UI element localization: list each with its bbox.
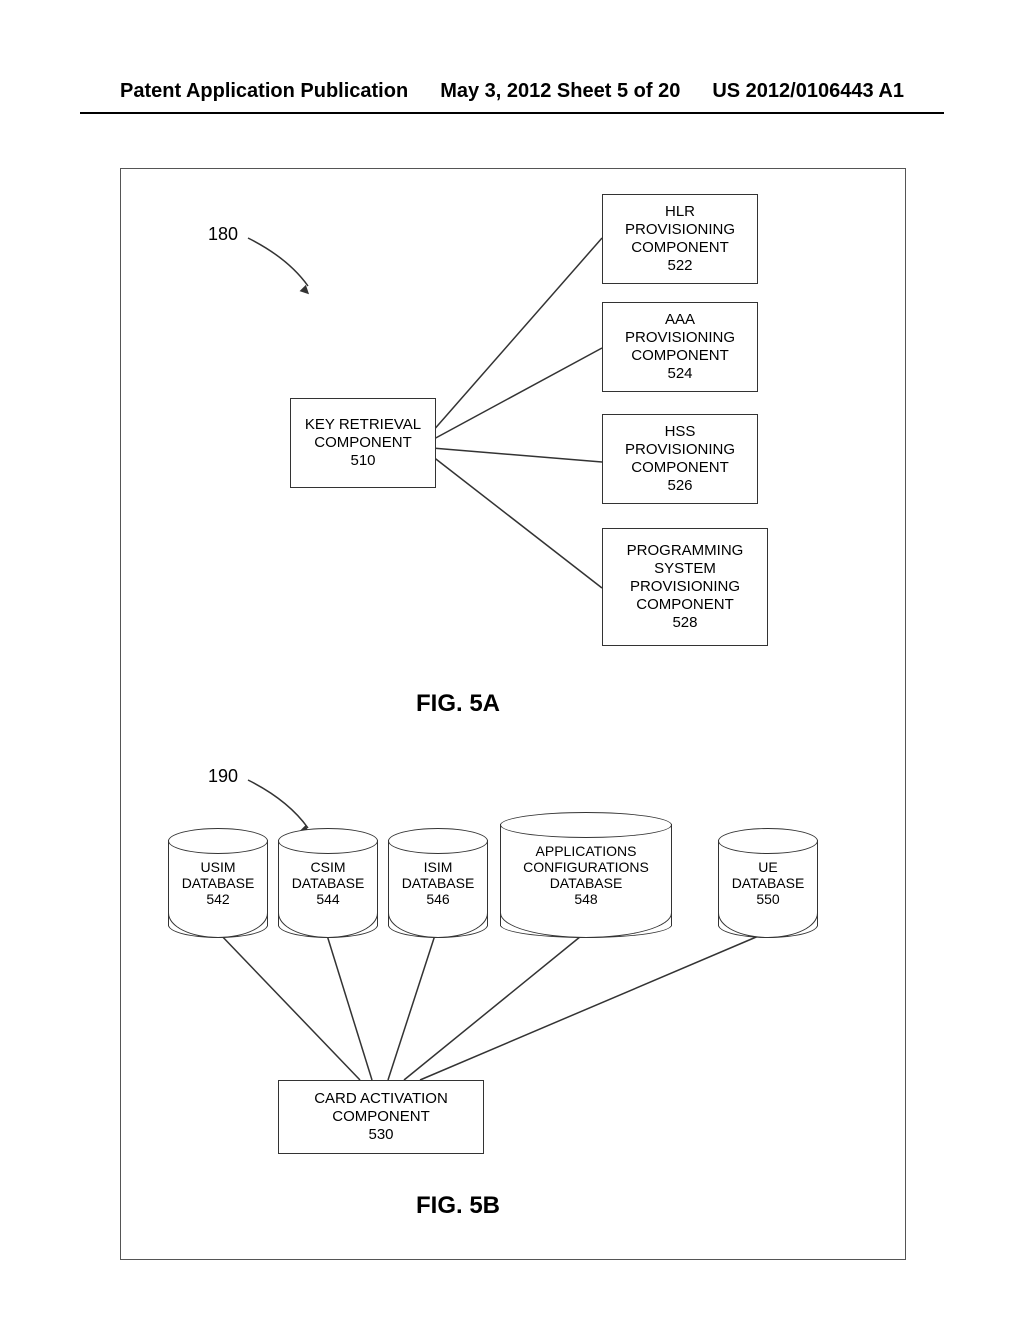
programming-system-provisioning-component: PROGRAMMING SYSTEM PROVISIONING COMPONEN… xyxy=(602,528,768,646)
figB-label: FIG. 5B xyxy=(416,1192,500,1220)
applications-configurations-database: APPLICATIONS CONFIGURATIONS DATABASE 548 xyxy=(500,812,672,938)
usim-database: USIM DATABASE 542 xyxy=(168,828,268,938)
ue-database: UE DATABASE 550 xyxy=(718,828,818,938)
csim-database: CSIM DATABASE 544 xyxy=(278,828,378,938)
header-rule xyxy=(80,112,944,114)
figA-ref: 180 xyxy=(208,224,238,245)
hdr-right: US 2012/0106443 A1 xyxy=(712,80,904,103)
figB-ref: 190 xyxy=(208,766,238,787)
figure-frame xyxy=(120,168,906,1260)
hdr-center: May 3, 2012 Sheet 5 of 20 xyxy=(440,80,680,103)
card-activation-component: CARD ACTIVATION COMPONENT 530 xyxy=(278,1080,484,1154)
hlr-provisioning-component: HLR PROVISIONING COMPONENT 522 xyxy=(602,194,758,284)
figA-label: FIG. 5A xyxy=(416,690,500,718)
page-header: Patent Application Publication May 3, 20… xyxy=(0,80,1024,103)
key-retrieval-component: KEY RETRIEVAL COMPONENT 510 xyxy=(290,398,436,488)
hss-provisioning-component: HSS PROVISIONING COMPONENT 526 xyxy=(602,414,758,504)
hdr-left: Patent Application Publication xyxy=(120,80,408,103)
aaa-provisioning-component: AAA PROVISIONING COMPONENT 524 xyxy=(602,302,758,392)
isim-database: ISIM DATABASE 546 xyxy=(388,828,488,938)
